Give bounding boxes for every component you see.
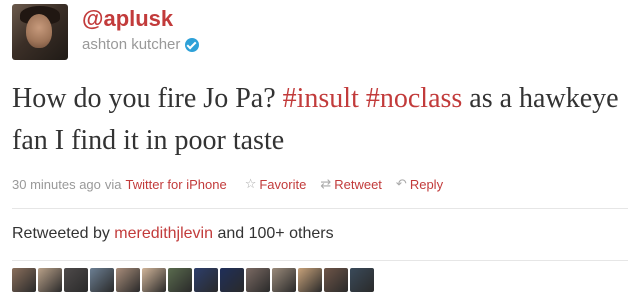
hashtag-link[interactable]: #insult <box>283 83 359 114</box>
reply-label: Reply <box>409 176 444 192</box>
retweeter-avatar[interactable] <box>64 268 88 292</box>
retweeter-avatar[interactable] <box>90 268 114 292</box>
retweeter-avatar[interactable] <box>116 268 140 292</box>
via-label: via <box>104 176 122 192</box>
avatar[interactable] <box>12 4 68 60</box>
user-real-name[interactable]: ashton kutcher <box>82 36 180 53</box>
favorite-button[interactable]: ☆ Favorite <box>245 176 307 192</box>
tweet-meta: 30 minutes ago via Twitter for iPhone ☆ … <box>12 176 443 192</box>
retweeter-avatar[interactable] <box>246 268 270 292</box>
star-icon: ☆ <box>244 176 257 191</box>
user-names: @aplusk ashton kutcher <box>82 6 200 53</box>
tweet-source-link[interactable]: Twitter for iPhone <box>126 177 227 192</box>
avatar-face <box>26 14 52 48</box>
retweeter-avatar[interactable] <box>38 268 62 292</box>
retweet-label: Retweet <box>334 176 382 192</box>
tweet-text-segment: How do you fire Jo Pa? <box>12 83 283 114</box>
retweeter-avatar[interactable] <box>142 268 166 292</box>
favorite-label: Favorite <box>259 176 307 192</box>
retweeter-avatar[interactable] <box>220 268 244 292</box>
tweet-text: How do you fire Jo Pa? #insult #noclass … <box>12 78 632 162</box>
realname-row: ashton kutcher <box>82 36 200 53</box>
tweet-text-segment <box>359 83 366 114</box>
reply-button[interactable]: ↶ Reply <box>396 176 443 192</box>
divider <box>12 208 628 209</box>
verified-badge-icon <box>185 37 200 52</box>
retweeter-avatar[interactable] <box>194 268 218 292</box>
retweeter-avatar[interactable] <box>168 268 192 292</box>
retweeted-by-suffix[interactable]: and 100+ others <box>217 225 333 242</box>
retweeter-avatars <box>12 268 376 292</box>
retweeted-by-prefix: Retweeted by <box>12 225 110 242</box>
retweeter-avatar[interactable] <box>12 268 36 292</box>
retweeter-avatar[interactable] <box>324 268 348 292</box>
hashtag-link[interactable]: #noclass <box>366 83 462 114</box>
retweeted-by-line: Retweeted by meredithjlevin and 100+ oth… <box>12 225 334 243</box>
user-handle[interactable]: @aplusk <box>82 6 199 32</box>
tweet-timestamp[interactable]: 30 minutes ago <box>12 177 101 192</box>
retweeter-avatar[interactable] <box>298 268 322 292</box>
reply-icon: ↶ <box>395 176 407 191</box>
divider <box>12 260 628 261</box>
retweeter-avatar[interactable] <box>272 268 296 292</box>
retweet-icon: ⇄ <box>320 176 332 191</box>
retweeter-link[interactable]: meredithjlevin <box>114 225 213 242</box>
tweet-header: @aplusk ashton kutcher <box>12 4 200 64</box>
retweet-button[interactable]: ⇄ Retweet <box>320 176 382 192</box>
retweeter-avatar[interactable] <box>350 268 374 292</box>
